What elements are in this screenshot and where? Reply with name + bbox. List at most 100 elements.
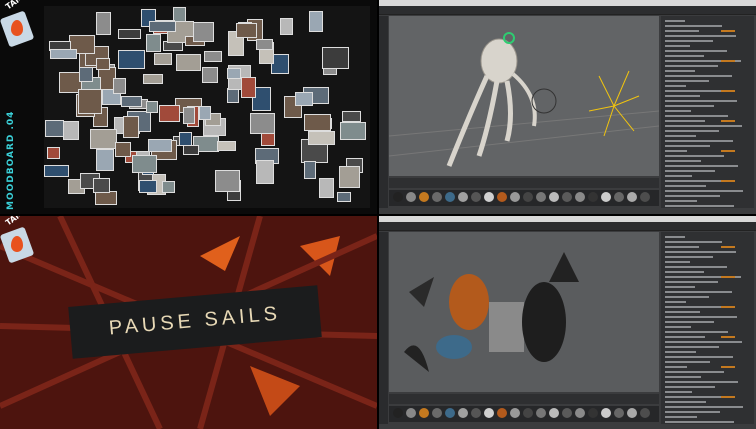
- panel-row[interactable]: [665, 301, 686, 303]
- material-swatch[interactable]: [523, 192, 533, 202]
- object-manager-panel[interactable]: [661, 16, 754, 208]
- material-swatch[interactable]: [471, 192, 481, 202]
- panel-row[interactable]: [665, 140, 733, 142]
- panel-row[interactable]: [665, 306, 723, 308]
- material-swatch[interactable]: [497, 408, 507, 418]
- panel-row[interactable]: [665, 135, 696, 137]
- panel-row[interactable]: [665, 190, 743, 192]
- panel-row[interactable]: [665, 125, 742, 127]
- material-swatch[interactable]: [588, 408, 598, 418]
- panel-row[interactable]: [665, 145, 710, 147]
- timeline[interactable]: [389, 394, 659, 404]
- panel-row[interactable]: [665, 150, 687, 152]
- panel-row[interactable]: [665, 251, 736, 253]
- panel-row[interactable]: [665, 155, 724, 157]
- panel-row[interactable]: [665, 95, 700, 97]
- panel-row[interactable]: [665, 271, 704, 273]
- material-swatch[interactable]: [627, 192, 637, 202]
- panel-row[interactable]: [665, 241, 722, 243]
- material-swatch[interactable]: [614, 192, 624, 202]
- panel-row[interactable]: [665, 421, 734, 423]
- panel-row[interactable]: [665, 416, 697, 418]
- panel-row[interactable]: [665, 130, 719, 132]
- left-tool-strip[interactable]: [379, 16, 388, 208]
- panel-row[interactable]: [665, 361, 710, 363]
- panel-row[interactable]: [665, 180, 729, 182]
- material-swatch[interactable]: [393, 192, 403, 202]
- panel-row[interactable]: [665, 341, 742, 343]
- panel-row[interactable]: [665, 396, 729, 398]
- panel-row[interactable]: [665, 256, 713, 258]
- material-swatch[interactable]: [549, 192, 559, 202]
- material-swatch[interactable]: [627, 408, 637, 418]
- panel-row[interactable]: [665, 165, 738, 167]
- panel-row[interactable]: [665, 246, 699, 248]
- panel-row[interactable]: [665, 90, 723, 92]
- material-swatch[interactable]: [562, 192, 572, 202]
- material-swatch[interactable]: [471, 408, 481, 418]
- material-swatch[interactable]: [640, 408, 650, 418]
- panel-row[interactable]: [665, 391, 692, 393]
- panel-row[interactable]: [665, 336, 705, 338]
- panel-row[interactable]: [665, 120, 705, 122]
- panel-row[interactable]: [665, 371, 724, 373]
- panel-row[interactable]: [665, 381, 738, 383]
- material-swatch[interactable]: [549, 408, 559, 418]
- panel-row[interactable]: [665, 75, 732, 77]
- material-manager[interactable]: [389, 406, 659, 422]
- material-swatch[interactable]: [575, 408, 585, 418]
- material-swatch[interactable]: [484, 192, 494, 202]
- panel-row[interactable]: [665, 261, 690, 263]
- viewport-3d[interactable]: [389, 232, 659, 392]
- material-swatch[interactable]: [536, 408, 546, 418]
- material-swatch[interactable]: [510, 192, 520, 202]
- material-swatch[interactable]: [484, 408, 494, 418]
- panel-row[interactable]: [665, 266, 727, 268]
- panel-row[interactable]: [665, 80, 709, 82]
- panel-row[interactable]: [665, 200, 697, 202]
- panel-row[interactable]: [665, 401, 706, 403]
- toolbar[interactable]: [379, 6, 756, 15]
- material-swatch[interactable]: [510, 408, 520, 418]
- panel-row[interactable]: [665, 411, 720, 413]
- panel-row[interactable]: [665, 160, 701, 162]
- material-swatch[interactable]: [575, 192, 585, 202]
- panel-row[interactable]: [665, 175, 692, 177]
- panel-row[interactable]: [665, 70, 695, 72]
- panel-row[interactable]: [665, 65, 718, 67]
- panel-row[interactable]: [665, 326, 691, 328]
- panel-row[interactable]: [665, 30, 699, 32]
- material-swatch[interactable]: [458, 408, 468, 418]
- panel-row[interactable]: [665, 35, 736, 37]
- material-swatch[interactable]: [419, 192, 429, 202]
- panel-row[interactable]: [665, 100, 737, 102]
- panel-row[interactable]: [665, 115, 728, 117]
- panel-row[interactable]: [665, 236, 685, 238]
- panel-row[interactable]: [665, 286, 695, 288]
- panel-row[interactable]: [665, 406, 743, 408]
- panel-row[interactable]: [665, 85, 686, 87]
- toolbar[interactable]: [379, 222, 756, 231]
- material-swatch[interactable]: [419, 408, 429, 418]
- material-swatch[interactable]: [393, 408, 403, 418]
- panel-row[interactable]: [665, 45, 690, 47]
- material-swatch[interactable]: [497, 192, 507, 202]
- panel-row[interactable]: [665, 110, 691, 112]
- panel-row[interactable]: [665, 195, 720, 197]
- panel-row[interactable]: [665, 386, 715, 388]
- panel-row[interactable]: [665, 356, 733, 358]
- material-swatch[interactable]: [445, 192, 455, 202]
- material-swatch[interactable]: [562, 408, 572, 418]
- panel-row[interactable]: [665, 366, 687, 368]
- panel-row[interactable]: [665, 316, 737, 318]
- material-swatch[interactable]: [523, 408, 533, 418]
- panel-row[interactable]: [665, 281, 718, 283]
- viewport-3d[interactable]: [388, 16, 660, 176]
- material-swatch[interactable]: [536, 192, 546, 202]
- panel-row[interactable]: [665, 346, 719, 348]
- material-swatch[interactable]: [640, 192, 650, 202]
- timeline[interactable]: [389, 178, 659, 188]
- panel-row[interactable]: [665, 351, 696, 353]
- material-swatch[interactable]: [614, 408, 624, 418]
- panel-row[interactable]: [665, 321, 714, 323]
